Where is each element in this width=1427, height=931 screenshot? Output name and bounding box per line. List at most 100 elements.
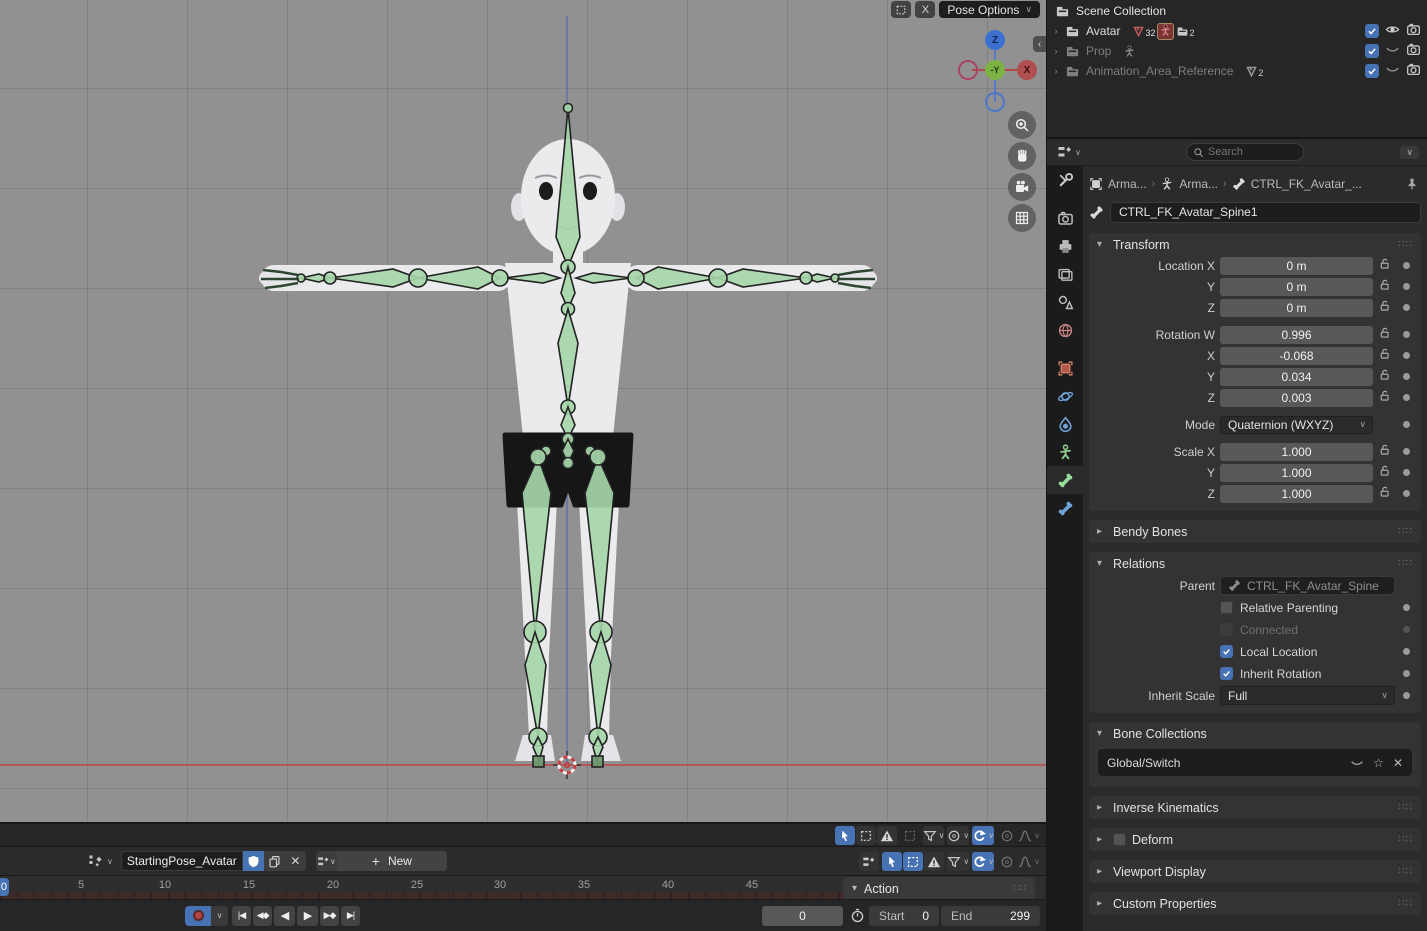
- jump-to-end-button[interactable]: ▶|: [341, 906, 360, 926]
- lock-icon[interactable]: [1378, 299, 1395, 317]
- expand-chevron-icon[interactable]: ›: [1047, 26, 1065, 36]
- disable-render-camera-icon[interactable]: [1406, 22, 1421, 40]
- viewport-3d[interactable]: X Pose Options ∨ ‹ Z X -Y: [0, 0, 1046, 822]
- relative-parenting-checkbox[interactable]: [1220, 601, 1233, 614]
- panel-transform-header[interactable]: ▾ Transform ∷∷: [1089, 233, 1421, 256]
- duplicate-action-button[interactable]: [264, 851, 285, 871]
- options-dropdown[interactable]: ∨: [1400, 146, 1419, 159]
- location-x-field[interactable]: 0 m: [1220, 257, 1373, 275]
- scale-z-field[interactable]: 1.000: [1220, 485, 1373, 503]
- current-frame-field[interactable]: 0: [762, 906, 843, 926]
- snap-dropdown[interactable]: ∨: [972, 826, 994, 845]
- panel-bone-collections-header[interactable]: ▾ Bone Collections: [1089, 722, 1421, 745]
- hidden-eye-icon[interactable]: [1350, 756, 1364, 770]
- stopwatch-icon[interactable]: [847, 908, 867, 923]
- next-keyframe-button[interactable]: ▶◆: [320, 906, 339, 926]
- proportional-region-icon[interactable]: [891, 1, 911, 18]
- gizmo-axis-neg-z[interactable]: [985, 92, 1005, 112]
- lock-icon[interactable]: [1378, 278, 1395, 296]
- unlink-action-button[interactable]: ✕: [285, 851, 306, 871]
- tab-view-layer[interactable]: [1047, 260, 1083, 288]
- gizmo-axis-x[interactable]: X: [1017, 60, 1037, 80]
- panel-relations-header[interactable]: ▾ Relations ∷∷: [1089, 552, 1421, 575]
- tab-object-data-armature[interactable]: [1047, 438, 1083, 466]
- play-button[interactable]: ▶: [297, 906, 318, 926]
- exclude-checkbox[interactable]: [1365, 64, 1379, 78]
- panel-deform[interactable]: ▸Deform∷∷: [1089, 828, 1421, 851]
- previous-keyframe-button[interactable]: ◀◆: [253, 906, 272, 926]
- tab-physics[interactable]: [1047, 382, 1083, 410]
- animate-dot[interactable]: [1403, 304, 1410, 311]
- animate-dot[interactable]: [1403, 331, 1410, 338]
- tweak-tool-button[interactable]: [882, 852, 902, 871]
- expand-chevron-icon[interactable]: ›: [1047, 46, 1065, 56]
- gizmo-axis-neg-x[interactable]: [958, 60, 978, 80]
- animate-dot[interactable]: [1403, 604, 1410, 611]
- gizmo-axis-neg-y[interactable]: -Y: [985, 60, 1005, 80]
- animate-dot[interactable]: [1403, 448, 1410, 455]
- bone-name-field[interactable]: CTRL_FK_Avatar_Spine1: [1110, 202, 1421, 223]
- lock-icon[interactable]: [1378, 347, 1395, 365]
- drag-handle[interactable]: ∷∷: [1398, 802, 1413, 813]
- pivot-dropdown[interactable]: ∨: [947, 826, 969, 845]
- start-frame-field[interactable]: Start0: [869, 906, 939, 926]
- tab-scene[interactable]: [1047, 288, 1083, 316]
- animate-dot[interactable]: [1403, 469, 1410, 476]
- panel-viewport-display[interactable]: ▸Viewport Display∷∷: [1089, 860, 1421, 883]
- editor-type-dropdown[interactable]: ∨: [1057, 144, 1081, 160]
- disable-render-camera-icon[interactable]: [1406, 42, 1421, 60]
- tab-object[interactable]: [1047, 354, 1083, 382]
- action-browse-dropdown[interactable]: ∨: [88, 853, 113, 869]
- location-z-field[interactable]: 0 m: [1220, 299, 1373, 317]
- rotation-w-field[interactable]: 0.996: [1220, 326, 1373, 344]
- close-button[interactable]: X: [915, 1, 935, 18]
- animate-dot[interactable]: [1403, 373, 1410, 380]
- orthographic-grid-button[interactable]: [1008, 204, 1036, 232]
- parent-field[interactable]: CTRL_FK_Avatar_Spine: [1220, 576, 1395, 595]
- fake-user-shield-button[interactable]: [243, 851, 264, 871]
- rotation-x-field[interactable]: -0.068: [1220, 347, 1373, 365]
- tab-bone[interactable]: [1047, 466, 1083, 494]
- drag-handle[interactable]: ∷∷: [1398, 558, 1413, 569]
- tab-tool[interactable]: [1047, 166, 1083, 194]
- hidden-eye-icon[interactable]: [1385, 42, 1400, 60]
- tab-world[interactable]: [1047, 316, 1083, 344]
- lock-icon[interactable]: [1378, 368, 1395, 386]
- inherit-rotation-checkbox[interactable]: [1220, 667, 1233, 680]
- action-name-field[interactable]: StartingPose_Avatar: [121, 851, 243, 871]
- gizmo-axis-z[interactable]: Z: [985, 30, 1005, 50]
- drag-handle[interactable]: ∷∷: [1398, 834, 1413, 845]
- expand-chevron-icon[interactable]: ›: [1047, 66, 1065, 76]
- breadcrumb-data[interactable]: Arma...: [1179, 177, 1218, 191]
- drag-handle[interactable]: ∷∷: [1398, 239, 1413, 250]
- lock-icon[interactable]: [1378, 257, 1395, 275]
- outliner-row-animation-area-reference[interactable]: › Animation_Area_Reference 2: [1047, 61, 1427, 81]
- playhead[interactable]: 0: [0, 878, 9, 896]
- hidden-eye-icon[interactable]: [1385, 62, 1400, 80]
- new-action-button[interactable]: +New: [337, 851, 447, 871]
- play-reverse-button[interactable]: ◀: [274, 906, 295, 926]
- navigation-gizmo[interactable]: Z X -Y: [958, 30, 1038, 110]
- breadcrumb-object[interactable]: Arma...: [1108, 177, 1147, 191]
- box-select-button[interactable]: [903, 852, 923, 871]
- search-input[interactable]: [1208, 146, 1288, 158]
- lock-icon[interactable]: [1378, 443, 1395, 461]
- exclude-checkbox[interactable]: [1365, 44, 1379, 58]
- scale-x-field[interactable]: 1.000: [1220, 443, 1373, 461]
- pin-icon[interactable]: [1405, 177, 1419, 191]
- filter-dropdown[interactable]: ∨: [947, 852, 969, 871]
- timeline-ruler[interactable]: 5 10 15 20 25 30 35 40 45 0 ▾ Action ∷∷: [0, 876, 1046, 900]
- animate-dot[interactable]: [1403, 490, 1410, 497]
- rotation-y-field[interactable]: 0.034: [1220, 368, 1373, 386]
- jump-to-start-button[interactable]: |◀: [232, 906, 251, 926]
- falloff-dropdown[interactable]: ∨: [1018, 826, 1040, 845]
- breadcrumb-bone[interactable]: CTRL_FK_Avatar_...: [1251, 177, 1362, 191]
- outliner-row-prop[interactable]: › Prop: [1047, 41, 1427, 61]
- animate-dot[interactable]: [1403, 352, 1410, 359]
- exclude-checkbox[interactable]: [1365, 24, 1379, 38]
- animate-dot[interactable]: [1403, 421, 1410, 428]
- snap-dropdown[interactable]: ∨: [972, 852, 994, 871]
- inherit-scale-dropdown[interactable]: Full ∨: [1220, 686, 1395, 705]
- tab-bone-constraints[interactable]: [1047, 494, 1083, 522]
- end-frame-field[interactable]: End299: [941, 906, 1040, 926]
